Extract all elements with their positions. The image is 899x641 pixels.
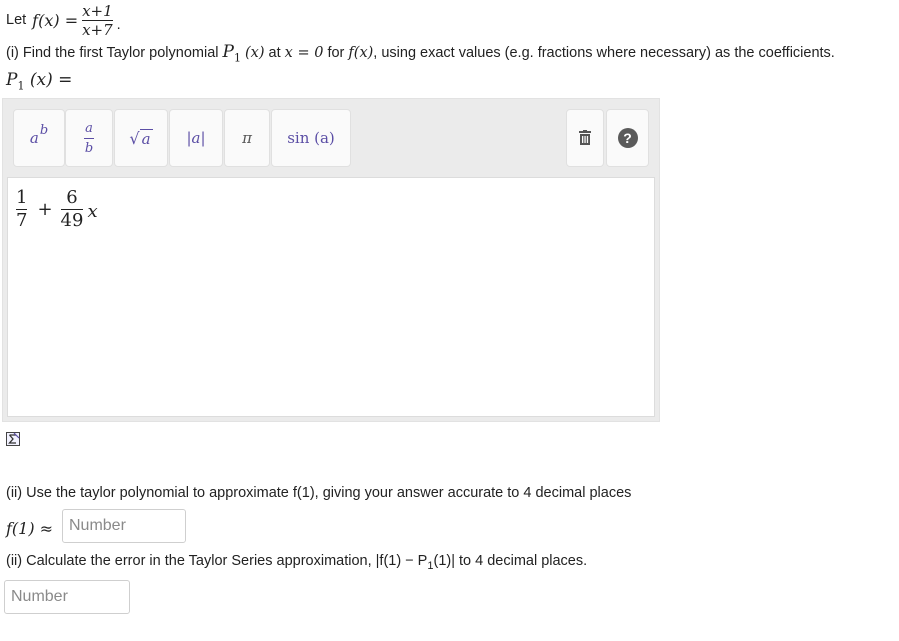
for-text: for: [327, 45, 345, 61]
at-text: at: [268, 45, 281, 61]
sqrt-icon: √ a: [129, 128, 153, 148]
part2-prompt: (ii) Use the taylor polynomial to approx…: [6, 485, 632, 501]
abs-icon: |a|: [186, 129, 206, 147]
term2-denominator: 49: [60, 210, 84, 231]
part1-prompt-end: , using exact values (e.g. fractions whe…: [373, 45, 835, 61]
answer-term1: 1 7: [16, 187, 28, 231]
sin-button[interactable]: sin (a): [271, 109, 351, 167]
power-base: a: [29, 129, 39, 147]
sigma-icon[interactable]: [6, 432, 20, 446]
power-exp: b: [39, 123, 49, 138]
help-button[interactable]: ?: [606, 109, 649, 167]
part3-prompt: (ii) Calculate the error in the Taylor S…: [6, 553, 587, 572]
power-button[interactable]: ab: [13, 109, 65, 167]
answer-input-area[interactable]: 1 7 + 6 49 x: [7, 177, 655, 417]
trash-icon: [578, 130, 592, 146]
polynomial-letter: P: [222, 42, 234, 62]
power-icon: ab: [29, 123, 48, 147]
answer-operator: +: [37, 199, 53, 220]
answer-variable: x: [87, 201, 98, 222]
f1-approx-input[interactable]: [62, 509, 186, 543]
answer-label-subscript: 1: [17, 79, 25, 93]
answer-label: P1 (x) =: [6, 70, 72, 92]
expansion-point: x = 0: [284, 45, 324, 61]
fraction-icon-num: a: [85, 120, 93, 136]
f1-label: f(1) ≈: [6, 519, 54, 538]
answer-term2: 6 49: [60, 187, 84, 231]
term1-denominator: 7: [16, 210, 28, 231]
pi-icon: π: [242, 129, 252, 147]
fraction-icon-den: b: [84, 140, 94, 156]
part3-prompt-start: (ii) Calculate the error in the Taylor S…: [6, 553, 428, 569]
definition-fraction: x+1 x+7: [82, 3, 113, 38]
part3-prompt-end: (1)| to 4 decimal places.: [433, 553, 588, 569]
fraction-button[interactable]: a b: [65, 109, 113, 167]
clear-button[interactable]: [566, 109, 604, 167]
let-text: Let: [6, 12, 27, 28]
function-definition: Let f(x) = x+1 x+7 .: [6, 2, 121, 38]
sin-icon: sin (a): [287, 129, 335, 147]
answer-label-letter: P: [6, 70, 18, 90]
fraction-denominator: x+7: [82, 20, 113, 39]
sqrt-arg: a: [139, 128, 153, 148]
abs-button[interactable]: |a|: [169, 109, 223, 167]
pi-button[interactable]: π: [224, 109, 270, 167]
fraction-icon-bar: [84, 137, 94, 139]
function-ref: f(x): [348, 45, 374, 61]
term1-numerator: 1: [16, 187, 28, 208]
part1-prompt-start: (i) Find the first Taylor polynomial: [6, 45, 219, 61]
answer-expression: 1 7 + 6 49 x: [16, 188, 98, 231]
polynomial-arg: (x): [245, 45, 265, 61]
definition-period: .: [116, 17, 121, 33]
math-editor: ab a b √ a |a| π sin (a) ? 1 7 + 6 49 x: [2, 98, 660, 422]
term2-numerator: 6: [66, 187, 78, 208]
sqrt-button[interactable]: √ a: [114, 109, 168, 167]
polynomial-symbol: P1: [222, 42, 241, 65]
fraction-icon: a b: [84, 121, 94, 156]
help-icon: ?: [617, 128, 638, 148]
fraction-numerator: x+1: [82, 1, 113, 20]
polynomial-subscript: 1: [233, 51, 241, 65]
answer-label-rest: (x) =: [29, 70, 73, 90]
part1-prompt: (i) Find the first Taylor polynomial P1 …: [6, 42, 835, 64]
error-input[interactable]: [4, 580, 130, 614]
sqrt-symbol: √: [129, 128, 140, 148]
function-lhs: f(x) =: [32, 10, 79, 30]
